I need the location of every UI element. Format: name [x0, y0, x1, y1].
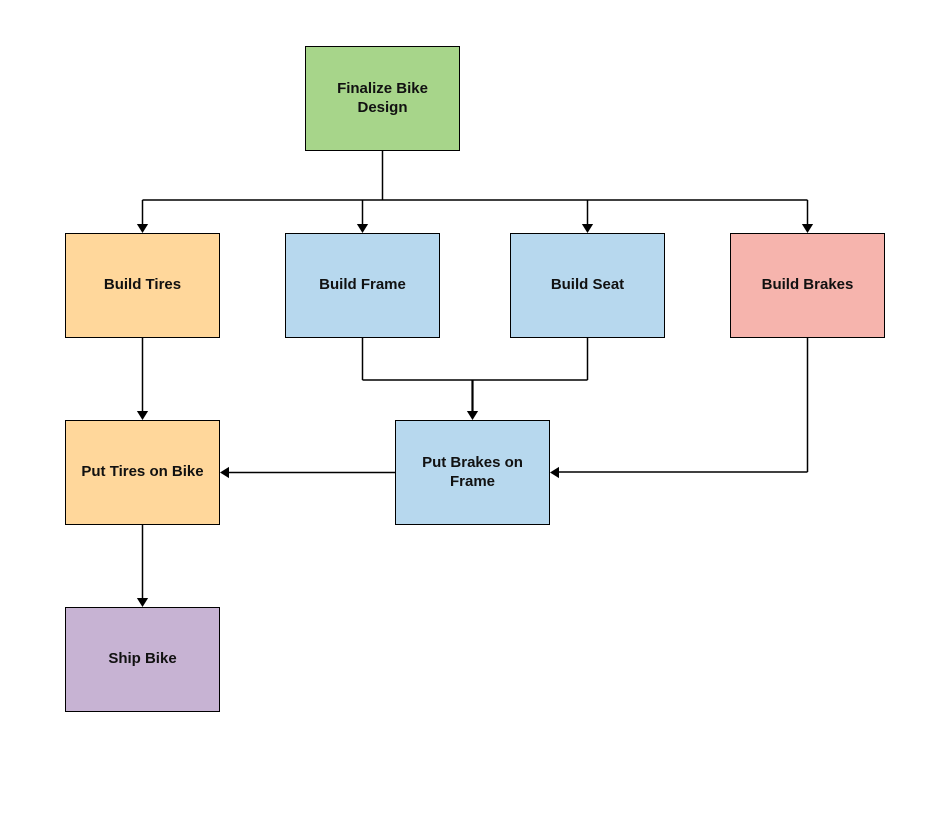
node-put-tires-on-bike: Put Tires on Bike: [65, 420, 220, 525]
node-label: Put Brakes on Frame: [404, 454, 541, 492]
node-build-frame: Build Frame: [285, 233, 440, 338]
node-build-brakes: Build Brakes: [730, 233, 885, 338]
node-build-tires: Build Tires: [65, 233, 220, 338]
node-put-brakes-on-frame: Put Brakes on Frame: [395, 420, 550, 525]
node-build-seat: Build Seat: [510, 233, 665, 338]
node-ship-bike: Ship Bike: [65, 607, 220, 712]
node-label: Build Seat: [551, 276, 624, 295]
node-label: Put Tires on Bike: [81, 463, 203, 482]
node-label: Build Tires: [104, 276, 181, 295]
node-label: Build Brakes: [762, 276, 854, 295]
node-finalize-bike-design: Finalize Bike Design: [305, 46, 460, 151]
flowchart-canvas: Finalize Bike Design Build Tires Build F…: [0, 0, 940, 833]
node-label: Ship Bike: [108, 650, 176, 669]
node-label: Build Frame: [319, 276, 406, 295]
node-label: Finalize Bike Design: [314, 80, 451, 118]
